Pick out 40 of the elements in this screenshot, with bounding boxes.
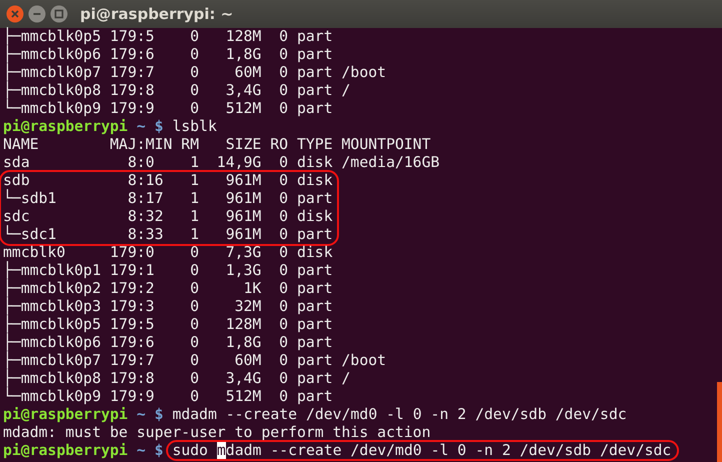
prompt-symbol: $ [154, 442, 164, 459]
terminal-line: NAME MAJ:MIN RM SIZE RO TYPE MOUNTPOINT [3, 136, 432, 154]
prompt-symbol: $ [154, 118, 164, 135]
prompt-path: ~ [136, 442, 146, 459]
window-title: pi@raspberrypi: ~ [80, 5, 234, 23]
prompt-path: ~ [136, 118, 146, 135]
prompt-user-host: pi@raspberrypi [3, 406, 128, 423]
command-text: mdadm --create /dev/md0 -l 0 -n 2 /dev/sdb /dev/sdc [172, 406, 627, 423]
terminal-line: ├─mmcblk0p7 179:7 0 60M 0 part /boot [3, 352, 388, 369]
terminal-line: ├─mmcblk0p6 179:6 0 1,8G 0 part [3, 46, 334, 63]
prompt-symbol: $ [154, 406, 164, 423]
terminal-line: ├─mmcblk0p6 179:6 0 1,8G 0 part [3, 334, 334, 351]
terminal-line: ├─mmcblk0p8 179:8 0 3,4G 0 part / [3, 370, 352, 387]
terminal-line: └─mmcblk0p9 179:9 0 512M 0 part [3, 100, 334, 118]
prompt-user-host: pi@raspberrypi [3, 118, 128, 135]
command-text: dadm --create /dev/md0 -l 0 -n 2 /dev/sdb /dev/sdc [226, 442, 672, 459]
close-icon[interactable] [6, 5, 24, 23]
prompt-path: ~ [136, 406, 146, 423]
maximize-icon[interactable] [50, 5, 68, 23]
terminal-line: ├─mmcblk0p1 179:1 0 1,3G 0 part [3, 262, 334, 279]
terminal-line: ├─mmcblk0p3 179:3 0 32M 0 part [3, 298, 334, 315]
command-text: lsblk [172, 118, 217, 135]
terminal-line: └─sdb1 8:17 1 961M 0 part [3, 190, 333, 208]
terminal-line: mmcblk0 179:0 0 7,3G 0 disk [3, 244, 334, 261]
prompt-user-host: pi@raspberrypi [3, 442, 128, 459]
terminal-line: └─sdc1 8:33 1 961M 0 part [3, 226, 333, 244]
terminal-line: ├─mmcblk0p5 179:5 0 128M 0 part [3, 28, 334, 45]
terminal-line: ├─mmcblk0p8 179:8 0 3,4G 0 part / [3, 82, 352, 99]
scrollbar-thumb[interactable] [717, 382, 722, 462]
terminal-line: └─mmcblk0p9 179:9 0 512M 0 part [3, 388, 334, 406]
terminal-line: sdc 8:32 1 961M 0 disk [3, 208, 333, 225]
terminal-line: sdb 8:16 1 961M 0 disk [3, 172, 333, 189]
text-cursor: m [216, 442, 226, 459]
minimize-icon[interactable] [28, 5, 46, 23]
terminal-line: sda 8:0 1 14,9G 0 disk /media/16GB [3, 154, 441, 172]
terminal-line: ├─mmcblk0p5 179:5 0 128M 0 part [3, 316, 334, 333]
terminal-line: ├─mmcblk0p2 179:2 0 1K 0 part [3, 280, 334, 297]
terminal-line: mdadm: must be super-user to perform this action [3, 424, 432, 442]
command-text: sudo [172, 442, 209, 459]
terminal-line: ├─mmcblk0p7 179:7 0 60M 0 part /boot [3, 64, 388, 81]
